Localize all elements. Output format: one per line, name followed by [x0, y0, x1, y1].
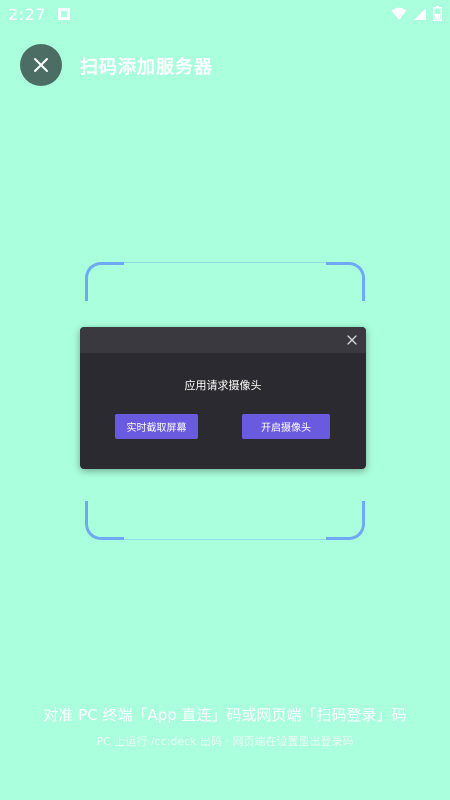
- scan-line-bottom: [121, 539, 329, 540]
- status-bar: 2:27: [0, 0, 450, 30]
- signal-icon: [414, 7, 426, 20]
- close-button[interactable]: [20, 44, 62, 86]
- scan-line-top: [121, 262, 329, 263]
- wifi-icon: [391, 7, 407, 20]
- scan-corner-bottom-right: [326, 501, 365, 540]
- close-icon: [347, 335, 357, 345]
- dialog-header: [80, 327, 366, 353]
- page-title: 扫码添加服务器: [80, 57, 213, 78]
- scan-corner-bottom-left: [85, 501, 124, 540]
- scan-corner-top-left: [85, 262, 124, 301]
- dialog-message: 应用请求摄像头: [184, 379, 262, 392]
- camera-permission-dialog: 应用请求摄像头 实时截取屏幕 开启摄像头: [80, 327, 366, 469]
- battery-icon: [433, 6, 442, 21]
- notification-icon: [58, 8, 70, 20]
- capture-screen-button[interactable]: 实时截取屏幕: [115, 414, 198, 439]
- scan-sub-hint: PC 上运行 /cc:deck 出码 · 网页端在设置里出登录码: [96, 735, 354, 748]
- open-camera-button[interactable]: 开启摄像头: [242, 414, 330, 439]
- scan-corner-top-right: [326, 262, 365, 301]
- scan-hint: 对准 PC 终端「App 直连」码或网页端「扫码登录」码: [43, 706, 407, 724]
- status-icons: [391, 6, 442, 21]
- dialog-close-button[interactable]: [344, 332, 360, 348]
- status-time: 2:27: [8, 5, 46, 24]
- close-icon: [34, 58, 48, 72]
